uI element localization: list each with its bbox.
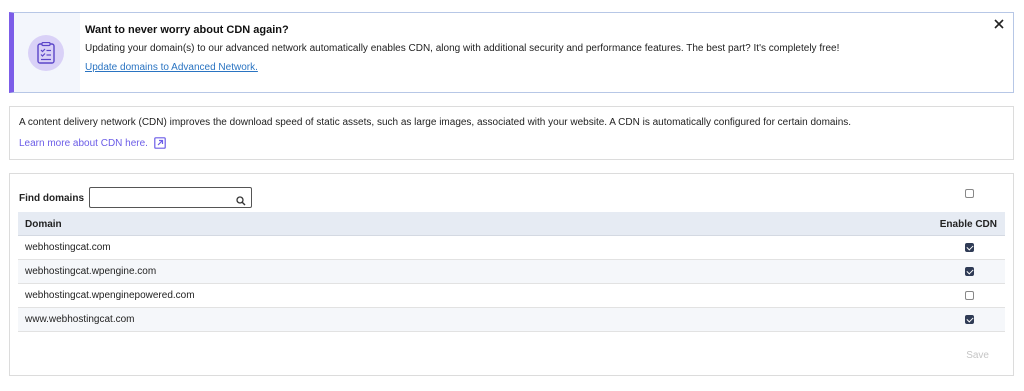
enable-cdn-checkbox[interactable] xyxy=(965,267,974,276)
domain-name: www.webhostingcat.com xyxy=(25,314,135,325)
banner-icon-area xyxy=(14,13,78,92)
external-link-icon xyxy=(154,137,166,149)
domain-name: webhostingcat.wpenginepowered.com xyxy=(25,290,195,301)
learn-more-label[interactable]: Learn more about CDN here. xyxy=(19,138,148,149)
table-row: www.webhostingcat.com xyxy=(18,308,1005,332)
close-icon[interactable] xyxy=(991,16,1007,32)
cdn-info-panel: A content delivery network (CDN) improve… xyxy=(9,106,1014,160)
checklist-icon xyxy=(28,35,64,71)
table-header: Domain Enable CDN xyxy=(18,212,1005,236)
banner-content: Want to never worry about CDN again? Upd… xyxy=(80,13,1013,92)
column-header-enable-cdn: Enable CDN xyxy=(939,219,997,230)
domains-table: Domain Enable CDN webhostingcat.com webh… xyxy=(18,212,1005,332)
banner-description: Updating your domain(s) to our advanced … xyxy=(85,43,840,54)
find-domains-label: Find domains xyxy=(19,193,84,204)
domain-name: webhostingcat.com xyxy=(25,242,111,253)
enable-cdn-checkbox[interactable] xyxy=(965,315,974,324)
select-all-checkbox[interactable] xyxy=(965,189,974,198)
enable-cdn-checkbox[interactable] xyxy=(965,291,974,300)
search-input[interactable] xyxy=(90,188,230,207)
find-domains-field[interactable] xyxy=(89,187,252,208)
cdn-description: A content delivery network (CDN) improve… xyxy=(19,117,852,128)
enable-cdn-checkbox[interactable] xyxy=(965,243,974,252)
save-button[interactable]: Save xyxy=(966,350,989,361)
column-header-domain: Domain xyxy=(25,219,62,230)
cdn-upgrade-banner: Want to never worry about CDN again? Upd… xyxy=(9,12,1014,93)
banner-title: Want to never worry about CDN again? xyxy=(85,24,289,36)
domains-panel: Find domains Domain Enable CDN webhostin… xyxy=(9,173,1014,376)
table-row: webhostingcat.wpengine.com xyxy=(18,260,1005,284)
learn-more-cdn-link[interactable]: Learn more about CDN here. xyxy=(19,137,166,149)
table-row: webhostingcat.com xyxy=(18,236,1005,260)
search-icon[interactable] xyxy=(236,193,246,211)
table-row: webhostingcat.wpenginepowered.com xyxy=(18,284,1005,308)
update-domains-link[interactable]: Update domains to Advanced Network. xyxy=(85,62,258,73)
domain-name: webhostingcat.wpengine.com xyxy=(25,266,157,277)
